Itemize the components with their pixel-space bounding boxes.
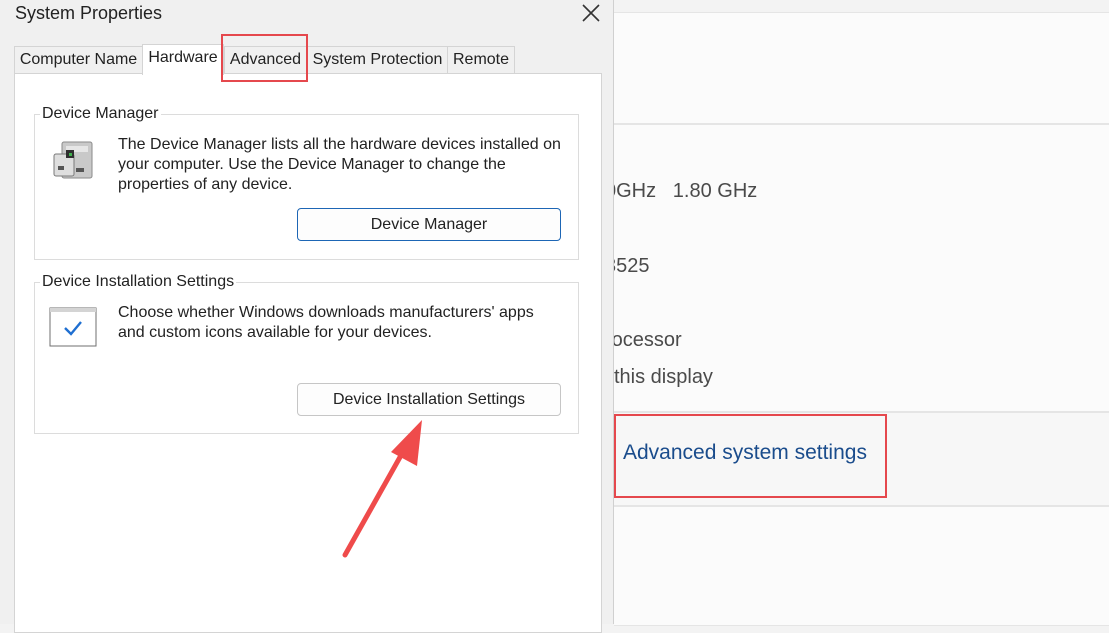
device-installation-group-label: Device Installation Settings	[40, 273, 237, 291]
highlight-box-advanced-link	[614, 414, 887, 498]
tab-computer-name[interactable]: Computer Name	[14, 46, 143, 73]
device-installation-settings-button[interactable]: Device Installation Settings	[297, 383, 561, 416]
close-icon	[582, 4, 600, 22]
tab-label: Hardware	[148, 49, 218, 66]
device-manager-group-label: Device Manager	[40, 105, 161, 123]
tab-system-protection[interactable]: System Protection	[307, 46, 448, 73]
settings-card-bottom	[614, 506, 1109, 626]
tab-label: System Protection	[312, 51, 443, 68]
tab-remote[interactable]: Remote	[447, 46, 515, 73]
device-installation-description: Choose whether Windows downloads manufac…	[118, 304, 534, 341]
hardware-device-icon	[48, 136, 98, 189]
highlight-box-advanced-tab	[221, 34, 308, 82]
close-button[interactable]	[578, 0, 604, 26]
system-properties-dialog: System Properties Computer Name Hardware…	[0, 0, 614, 633]
tab-label: Computer Name	[19, 51, 138, 68]
device-manager-description: The Device Manager lists all the hardwar…	[118, 136, 561, 193]
tab-label: Remote	[452, 51, 510, 68]
checkbox-settings-icon	[49, 307, 97, 352]
tab-hardware[interactable]: Hardware	[142, 44, 224, 75]
settings-card-top	[614, 12, 1109, 124]
dialog-title: System Properties	[15, 3, 163, 23]
display-fragment-text: this display	[614, 366, 713, 388]
hardware-tab-panel: Device Manager The Device Manager lists …	[14, 73, 602, 633]
processor-speed-text: 0GHz 1.80 GHz	[605, 180, 758, 202]
device-manager-button[interactable]: Device Manager	[297, 208, 561, 241]
processor-fragment-text: rocessor	[605, 329, 682, 351]
